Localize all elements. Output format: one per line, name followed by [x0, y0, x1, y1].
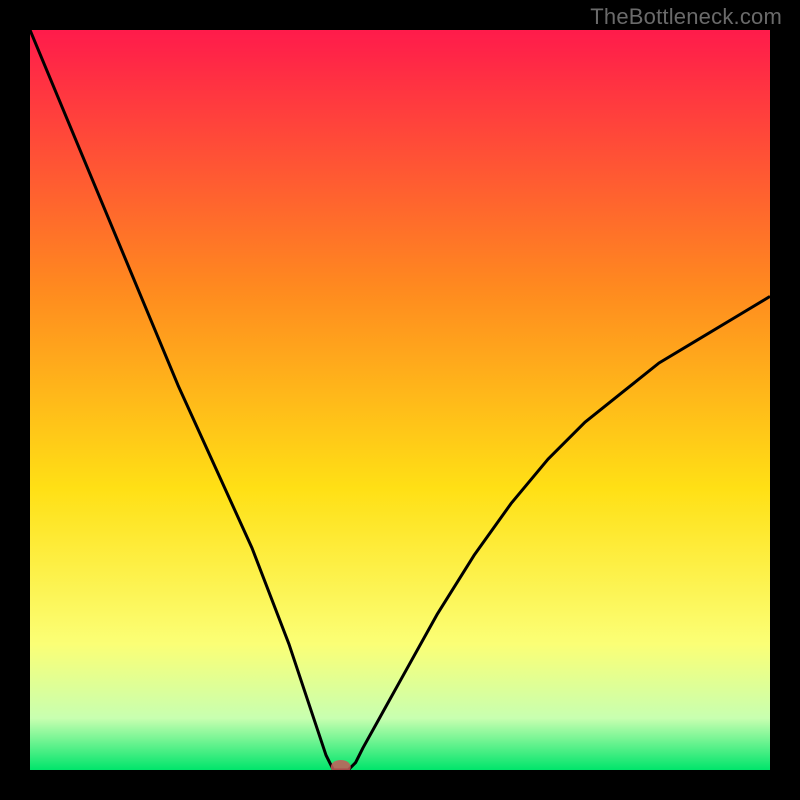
chart-frame: TheBottleneck.com: [0, 0, 800, 800]
plot-area: [30, 30, 770, 770]
watermark-text: TheBottleneck.com: [590, 4, 782, 30]
bottleneck-chart-svg: [30, 30, 770, 770]
gradient-background: [30, 30, 770, 770]
